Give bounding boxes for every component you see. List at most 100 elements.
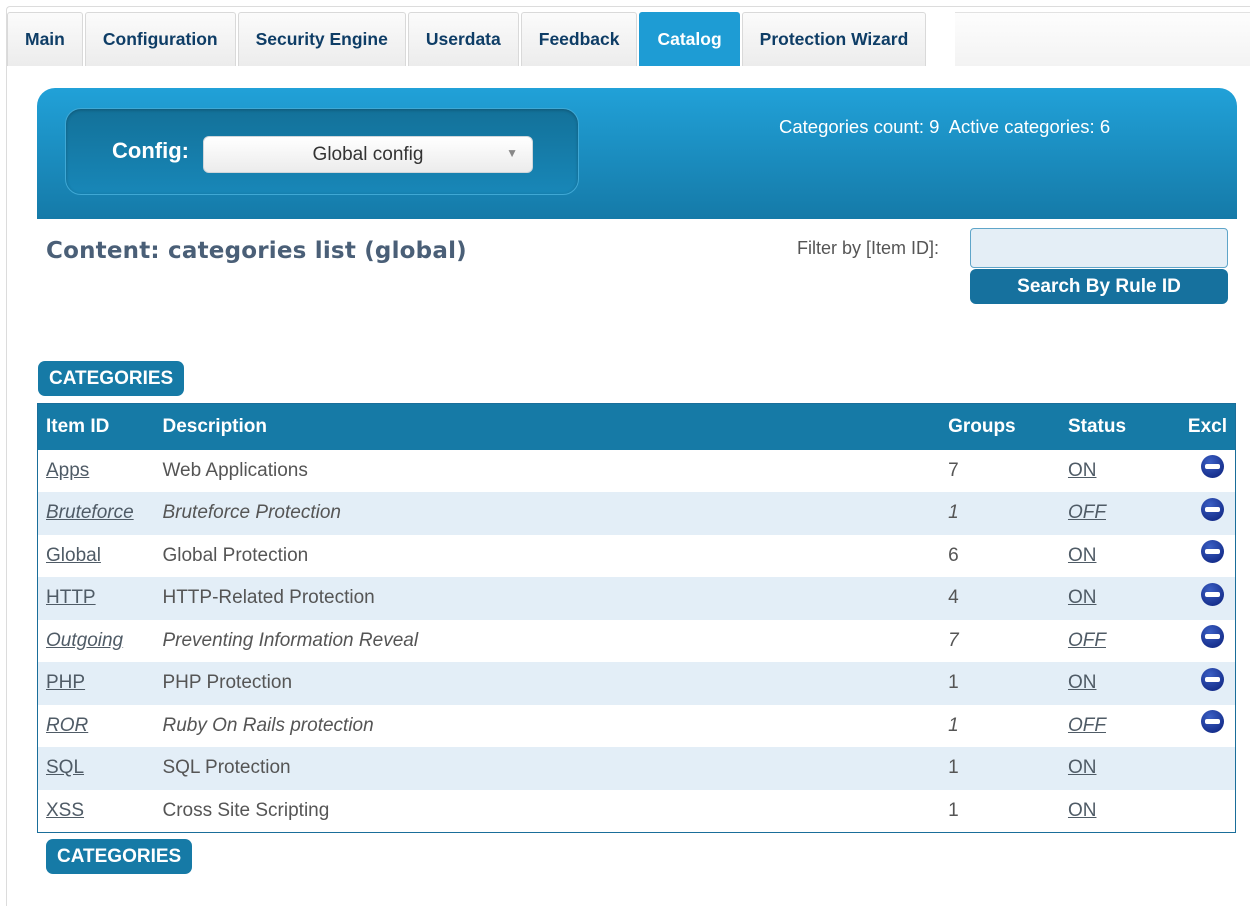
cell-groups: 4 [940,577,1060,620]
cell-groups: 1 [940,662,1060,705]
cell-groups: 7 [940,449,1060,492]
exclude-minus-circle-icon[interactable] [1201,497,1224,521]
tab-protection-wizard[interactable]: Protection Wizard [741,12,927,66]
cell-item-id: Global [37,534,155,577]
table-row: Apps Web Applications 7 ON [37,449,1236,492]
item-id-link[interactable]: XSS [46,800,84,821]
filter-label: Filter by [Item ID]: [797,238,940,258]
tab-bar-filler [955,12,1250,66]
table-row: XSS Cross Site Scripting 1 ON [37,789,1236,832]
filter-item-id-input[interactable] [970,228,1228,268]
cell-status: OFF [1059,619,1180,662]
item-id-link[interactable]: Global [46,545,101,566]
cell-excl [1179,704,1236,747]
cell-item-id: PHP [37,662,155,705]
column-header-item-id[interactable]: Item ID [37,403,155,450]
tab-userdata[interactable]: Userdata [407,12,519,66]
cell-description: Web Applications [154,449,941,492]
table-header-row: Item ID Description Groups Status Excl [37,403,1236,450]
cell-groups: 1 [940,704,1060,747]
cell-description: Bruteforce Protection [154,492,941,535]
column-header-excl: Excl [1179,403,1236,450]
status-toggle-link[interactable]: ON [1068,460,1097,481]
item-id-link[interactable]: HTTP [46,587,96,608]
item-id-link[interactable]: ROR [46,715,88,736]
table-row: HTTP HTTP-Related Protection 4 ON [37,577,1236,620]
cell-status: OFF [1059,492,1180,535]
cell-item-id: XSS [37,789,155,832]
item-id-link[interactable]: Outgoing [46,630,123,651]
exclude-minus-circle-icon[interactable] [1201,582,1224,606]
cell-status: ON [1059,662,1180,705]
status-toggle-link[interactable]: ON [1068,672,1097,693]
tab-main[interactable]: Main [7,12,83,66]
exclude-minus-circle-icon[interactable] [1201,455,1224,479]
cell-description: Global Protection [154,534,941,577]
table-row: Outgoing Preventing Information Reveal 7 OF… [37,619,1236,662]
cell-description: HTTP-Related Protection [154,577,941,620]
exclude-minus-circle-icon[interactable] [1201,540,1224,564]
cell-groups: 1 [940,492,1060,535]
cell-item-id: Bruteforce [37,492,155,535]
table-row: Bruteforce Bruteforce Protection 1 OFF [37,492,1236,535]
item-id-link[interactable]: Bruteforce [46,502,134,523]
cell-status: ON [1059,577,1180,620]
status-toggle-link[interactable]: ON [1068,587,1097,608]
cell-groups: 1 [940,789,1060,832]
cell-excl [1179,534,1236,577]
categories-section-label-bottom: CATEGORIES [46,839,193,874]
categories-section-label-top: CATEGORIES [38,361,185,396]
config-box: Config: Global config ▼ [65,108,579,195]
cell-item-id: ROR [37,704,155,747]
cell-status: ON [1059,449,1180,492]
categories-stats: Categories count: 9 Active categories: 6 [779,116,1111,137]
cell-item-id: Outgoing [37,619,155,662]
cell-item-id: Apps [37,449,155,492]
status-toggle-link[interactable]: ON [1068,757,1097,778]
status-toggle-link[interactable]: OFF [1068,630,1106,651]
item-id-link[interactable]: PHP [46,672,85,693]
cell-groups: 1 [940,747,1060,790]
cell-status: ON [1059,789,1180,832]
categories-table: Item ID Description Groups Status Excl A… [37,403,1236,833]
cell-status: ON [1059,747,1180,790]
config-select[interactable]: Global config ▼ [203,136,533,173]
exclude-minus-circle-icon[interactable] [1201,667,1224,691]
tab-catalog[interactable]: Catalog [639,12,740,66]
tab-configuration[interactable]: Configuration [84,12,236,66]
status-toggle-link[interactable]: ON [1068,545,1097,566]
cell-groups: 7 [940,619,1060,662]
cell-excl [1179,449,1236,492]
table-row: ROR Ruby On Rails protection 1 OFF [37,704,1236,747]
column-header-groups[interactable]: Groups [940,403,1060,450]
cell-description: PHP Protection [154,662,941,705]
config-selected-value: Global config [312,143,424,165]
status-toggle-link[interactable]: ON [1068,800,1097,821]
cell-item-id: HTTP [37,577,155,620]
status-toggle-link[interactable]: OFF [1068,715,1106,736]
cell-description: SQL Protection [154,747,941,790]
column-header-status[interactable]: Status [1059,403,1180,450]
tab-security-engine[interactable]: Security Engine [237,12,406,66]
item-id-link[interactable]: SQL [46,757,84,778]
cell-description: Preventing Information Reveal [154,619,941,662]
tab-feedback[interactable]: Feedback [520,12,638,66]
item-id-link[interactable]: Apps [46,460,89,481]
page-title: Content: categories list (global) [46,238,467,264]
column-header-description[interactable]: Description [154,403,941,450]
search-by-rule-id-button[interactable]: Search By Rule ID [970,269,1228,304]
cell-excl [1179,747,1236,790]
status-toggle-link[interactable]: OFF [1068,502,1106,523]
config-banner: Config: Global config ▼ Categories count… [37,88,1237,219]
cell-description: Ruby On Rails protection [154,704,941,747]
table-row: Global Global Protection 6 ON [37,534,1236,577]
tab-bar: Main Configuration Security Engine Userd… [7,12,928,66]
exclude-minus-circle-icon[interactable] [1201,625,1224,649]
cell-status: OFF [1059,704,1180,747]
cell-excl [1179,662,1236,705]
cell-excl [1179,577,1236,620]
config-label: Config: [112,138,189,163]
table-row: PHP PHP Protection 1 ON [37,662,1236,705]
exclude-minus-circle-icon[interactable] [1201,710,1224,734]
cell-excl [1179,789,1236,832]
